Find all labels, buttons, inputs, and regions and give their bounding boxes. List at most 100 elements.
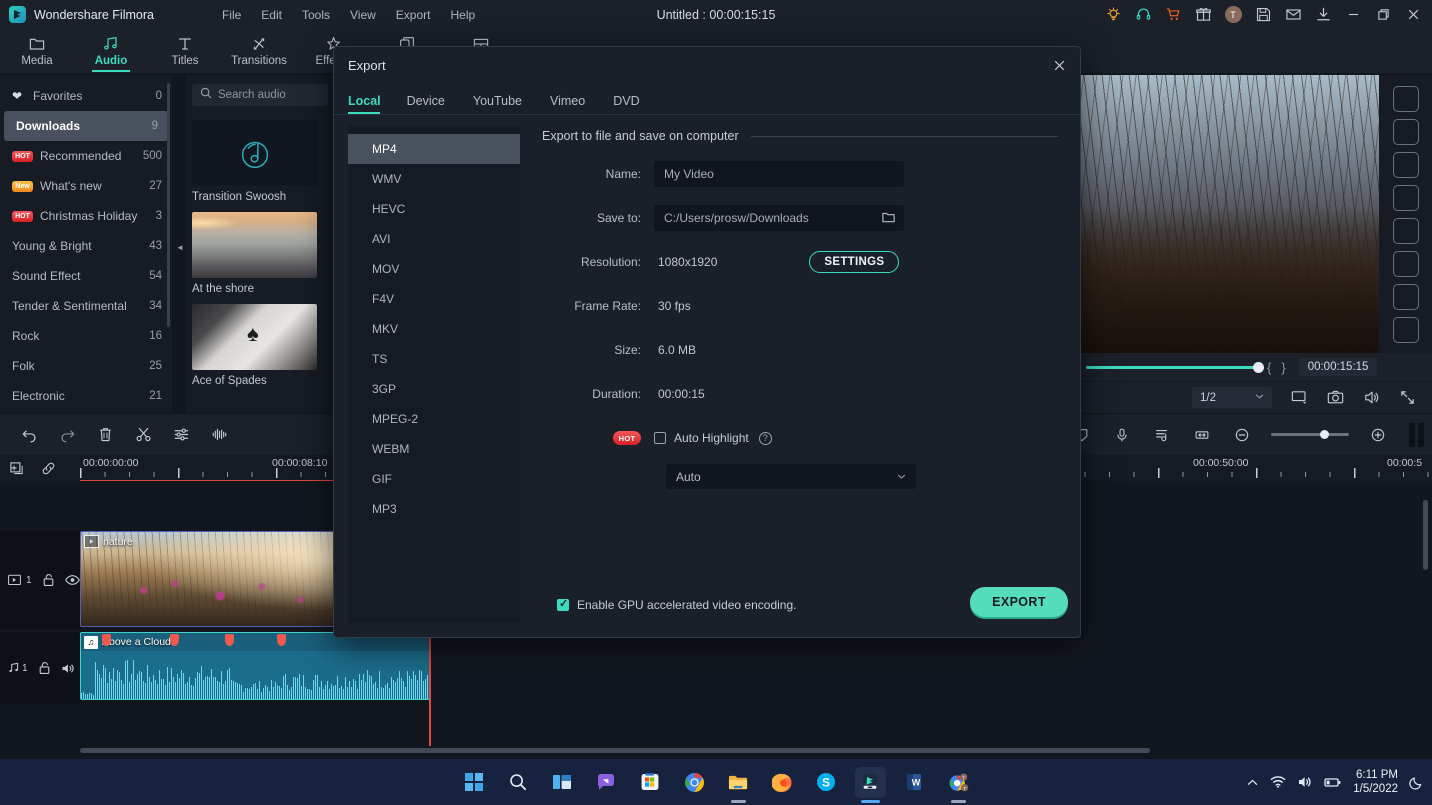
export-button[interactable]: EXPORT bbox=[970, 587, 1068, 617]
menu-tools[interactable]: Tools bbox=[292, 5, 340, 25]
redo-icon[interactable] bbox=[48, 414, 86, 456]
format-avi[interactable]: AVI bbox=[348, 224, 520, 254]
property-placeholder-icon[interactable] bbox=[1392, 185, 1419, 211]
link-icon[interactable] bbox=[32, 455, 64, 481]
mail-icon[interactable] bbox=[1278, 0, 1308, 29]
format-mov[interactable]: MOV bbox=[348, 254, 520, 284]
format-3gp[interactable]: 3GP bbox=[348, 374, 520, 404]
split-scissors-icon[interactable] bbox=[124, 414, 162, 456]
microsoft-word-icon[interactable]: W bbox=[899, 767, 930, 798]
gpu-checkbox[interactable] bbox=[557, 597, 569, 611]
preview-scrubber[interactable] bbox=[1086, 360, 1264, 374]
tab-device[interactable]: Device bbox=[393, 94, 459, 114]
sidebar-item-young-bright[interactable]: Young & Bright 43 bbox=[0, 231, 172, 261]
fullscreen-icon[interactable] bbox=[1390, 382, 1424, 414]
mark-out-brace[interactable]: } bbox=[1276, 360, 1290, 375]
chat-teams-icon[interactable] bbox=[591, 767, 622, 798]
minimize-icon[interactable] bbox=[1338, 0, 1368, 29]
zoom-out-icon[interactable] bbox=[1223, 414, 1261, 456]
skype-icon[interactable]: S bbox=[811, 767, 842, 798]
tab-audio[interactable]: Audio bbox=[74, 29, 148, 74]
property-placeholder-icon[interactable] bbox=[1392, 218, 1419, 244]
sidebar-item-favorites[interactable]: ❤ Favorites 0 bbox=[0, 81, 172, 111]
property-placeholder-icon[interactable] bbox=[1392, 317, 1419, 343]
menu-edit[interactable]: Edit bbox=[251, 5, 292, 25]
menu-file[interactable]: File bbox=[212, 5, 251, 25]
tab-local[interactable]: Local bbox=[348, 94, 393, 114]
chrome-profile-icon[interactable]: TT bbox=[943, 767, 974, 803]
menu-view[interactable]: View bbox=[340, 5, 386, 25]
question-icon[interactable]: ? bbox=[758, 431, 772, 445]
audio-marker[interactable] bbox=[277, 634, 286, 646]
timeline-horizontal-scrollbar[interactable] bbox=[80, 748, 1150, 753]
scrubber-handle[interactable] bbox=[1253, 361, 1264, 373]
task-view-icon[interactable] bbox=[547, 767, 578, 798]
tab-media[interactable]: Media bbox=[0, 29, 74, 74]
format-f4v[interactable]: F4V bbox=[348, 284, 520, 314]
display-icon[interactable] bbox=[1282, 382, 1316, 414]
format-webm[interactable]: WEBM bbox=[348, 434, 520, 464]
property-placeholder-icon[interactable] bbox=[1392, 284, 1419, 310]
timeline-zoom-slider[interactable] bbox=[1271, 430, 1349, 439]
search-audio-box[interactable] bbox=[192, 84, 328, 106]
taskbar-clock[interactable]: 6:11 PM 1/5/2022 bbox=[1353, 768, 1398, 797]
search-icon[interactable] bbox=[503, 767, 534, 798]
show-hidden-icons-chevron[interactable] bbox=[1246, 776, 1259, 789]
zoom-in-icon[interactable] bbox=[1359, 414, 1397, 456]
fit-timeline-icon[interactable] bbox=[1183, 414, 1221, 456]
format-hevc[interactable]: HEVC bbox=[348, 194, 520, 224]
list-item[interactable]: Ace of Spades bbox=[192, 304, 328, 387]
audio-marker[interactable] bbox=[225, 634, 234, 646]
timeline-zoom-handle[interactable] bbox=[1320, 430, 1329, 439]
unlock-icon[interactable] bbox=[38, 661, 51, 675]
tab-transitions[interactable]: Transitions bbox=[222, 29, 296, 74]
adjust-sliders-icon[interactable] bbox=[162, 414, 200, 456]
audio-detach-icon[interactable] bbox=[200, 414, 238, 456]
gift-icon[interactable] bbox=[1188, 0, 1218, 29]
undo-icon[interactable] bbox=[10, 414, 48, 456]
sidebar-item-folk[interactable]: Folk 25 bbox=[0, 351, 172, 381]
property-placeholder-icon[interactable] bbox=[1392, 119, 1419, 145]
sidebar-item-christmas-holiday[interactable]: HOT Christmas Holiday 3 bbox=[0, 201, 172, 231]
start-windows-icon[interactable] bbox=[459, 767, 490, 798]
eye-icon[interactable] bbox=[64, 574, 80, 586]
format-ts[interactable]: TS bbox=[348, 344, 520, 374]
tab-vimeo[interactable]: Vimeo bbox=[536, 94, 599, 114]
format-wmv[interactable]: WMV bbox=[348, 164, 520, 194]
sidebar-item-whats-new[interactable]: New What's new 27 bbox=[0, 171, 172, 201]
name-field[interactable] bbox=[654, 161, 904, 187]
format-mpeg2[interactable]: MPEG-2 bbox=[348, 404, 520, 434]
delete-icon[interactable] bbox=[86, 414, 124, 456]
unlock-icon[interactable] bbox=[42, 573, 55, 587]
add-media-icon[interactable] bbox=[0, 455, 32, 481]
sidebar-item-rock[interactable]: Rock 16 bbox=[0, 321, 172, 351]
preview-ratio-select[interactable]: 1/2 bbox=[1192, 387, 1272, 408]
snapshot-camera-icon[interactable] bbox=[1318, 382, 1352, 414]
sidebar-item-downloads[interactable]: Downloads 9 bbox=[4, 111, 168, 141]
search-input[interactable] bbox=[218, 89, 320, 101]
lightbulb-icon[interactable] bbox=[1098, 0, 1128, 29]
microsoft-store-icon[interactable] bbox=[635, 767, 666, 798]
format-mp4[interactable]: MP4 bbox=[348, 134, 520, 164]
sidebar-item-recommended[interactable]: HOT Recommended 500 bbox=[0, 141, 172, 171]
property-placeholder-icon[interactable] bbox=[1392, 86, 1419, 112]
close-icon[interactable] bbox=[1398, 0, 1428, 29]
save-icon[interactable] bbox=[1248, 0, 1278, 29]
speaker-icon[interactable] bbox=[61, 662, 76, 675]
auto-highlight-checkbox[interactable] bbox=[654, 432, 666, 444]
headset-icon[interactable] bbox=[1128, 0, 1158, 29]
sidebar-item-tender-sentimental[interactable]: Tender & Sentimental 34 bbox=[0, 291, 172, 321]
close-icon[interactable] bbox=[1046, 53, 1072, 77]
cart-icon[interactable] bbox=[1158, 0, 1188, 29]
moon-icon[interactable] bbox=[1409, 775, 1424, 790]
pause-icon[interactable] bbox=[1409, 422, 1424, 447]
audio-marker[interactable] bbox=[102, 634, 111, 646]
firefox-icon[interactable] bbox=[767, 767, 798, 798]
volume-icon[interactable] bbox=[1297, 774, 1313, 790]
volume-icon[interactable] bbox=[1354, 382, 1388, 414]
tab-titles[interactable]: Titles bbox=[148, 29, 222, 74]
browse-folder-icon[interactable] bbox=[881, 210, 896, 230]
saveto-field[interactable] bbox=[654, 205, 904, 231]
menu-export[interactable]: Export bbox=[386, 5, 441, 25]
menu-help[interactable]: Help bbox=[440, 5, 485, 25]
